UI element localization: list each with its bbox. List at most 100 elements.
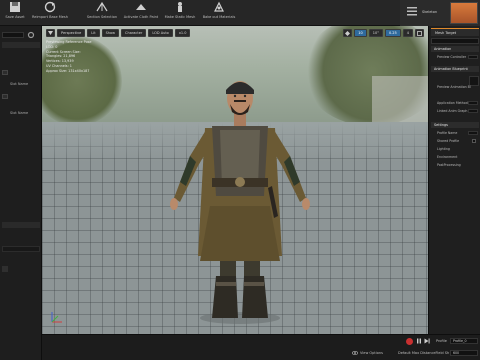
view-options-button[interactable]: View Options bbox=[360, 351, 383, 355]
profile-name-field[interactable] bbox=[468, 131, 478, 135]
playback-speed-label: x1.0 bbox=[178, 31, 187, 35]
material-slot-row: Slot Name bbox=[0, 79, 42, 88]
details-field[interactable] bbox=[2, 246, 40, 252]
profile-name-row: Profile Name bbox=[431, 130, 479, 136]
slot-name-label: Slot Name bbox=[10, 110, 29, 115]
mesh-editor-window: Save Asset Reimport Base Mesh Section Se… bbox=[0, 0, 480, 360]
maximize-icon[interactable] bbox=[415, 29, 424, 37]
grid-snap-value: 10 bbox=[358, 31, 363, 35]
lod-label: LOD Auto bbox=[152, 31, 169, 35]
character-button[interactable]: Character bbox=[121, 29, 147, 37]
application-method-row: Application Method bbox=[431, 100, 479, 106]
reimport-base-mesh-label: Reimport Base Mesh bbox=[32, 15, 68, 19]
linked-anim-graph-row: Linked Anim Graph Ta bbox=[431, 108, 479, 114]
gear-icon[interactable] bbox=[27, 31, 35, 39]
profile-value: Profile_0 bbox=[453, 339, 467, 343]
rotation-snap-value: 10° bbox=[372, 31, 379, 35]
materials-section-header[interactable] bbox=[2, 42, 40, 48]
section-settings[interactable]: Settings bbox=[431, 122, 479, 128]
status-bar: Profile Profile_0 View Options Default M… bbox=[42, 334, 480, 360]
section-animation-label: Animation bbox=[434, 47, 452, 51]
step-forward-icon[interactable] bbox=[424, 338, 430, 344]
stats-line: Approx Size: 131x40x187 bbox=[46, 68, 90, 73]
preview-scene-settings-panel: Mesh Target Animation Preview Controller… bbox=[428, 26, 480, 334]
preview-anim-bp-label: Preview Animation Bl bbox=[437, 85, 471, 89]
make-static-mesh-button[interactable]: Make Static Mesh bbox=[162, 1, 198, 25]
background-building bbox=[372, 76, 428, 126]
show-label: Show bbox=[105, 31, 116, 35]
reimport-base-mesh-button[interactable]: Reimport Base Mesh bbox=[30, 1, 70, 25]
lighting-label: Lighting bbox=[437, 147, 450, 151]
section-header[interactable] bbox=[2, 222, 40, 228]
save-icon bbox=[10, 2, 20, 12]
save-asset-label: Save Asset bbox=[5, 15, 25, 19]
skeleton-mode-label[interactable]: Skeleton bbox=[422, 10, 437, 14]
save-asset-button[interactable]: Save Asset bbox=[2, 1, 28, 25]
chevron-down-icon bbox=[48, 31, 53, 35]
shared-profile-row: Shared Profile bbox=[431, 138, 479, 144]
post-processing-row[interactable]: PostProcessing bbox=[431, 162, 479, 168]
shared-profile-label: Shared Profile bbox=[437, 139, 460, 143]
editor-mode-switcher: Skeleton bbox=[400, 0, 480, 26]
bake-out-materials-button[interactable]: Bake out Materials bbox=[200, 1, 238, 25]
details-button[interactable] bbox=[2, 266, 8, 272]
activate-cloth-paint-button[interactable]: Activate Cloth Paint bbox=[122, 1, 160, 25]
application-method-dropdown[interactable] bbox=[468, 101, 478, 105]
activate-cloth-paint-label: Activate Cloth Paint bbox=[123, 15, 159, 19]
make-static-mesh-label: Make Static Mesh bbox=[164, 15, 196, 19]
rotation-snap-button[interactable]: 10° bbox=[368, 29, 383, 37]
post-processing-label: PostProcessing bbox=[437, 163, 461, 167]
bake-materials-icon bbox=[214, 1, 224, 12]
shared-profile-checkbox[interactable] bbox=[472, 139, 476, 143]
scale-snap-button[interactable]: 0.25 bbox=[384, 29, 401, 37]
section-animation-blueprint[interactable]: Animation Blueprint bbox=[431, 66, 479, 72]
viewport-snap-tools: 10 10° 0.25 4 bbox=[343, 29, 424, 37]
translate-tool-icon[interactable] bbox=[343, 29, 353, 37]
asset-details-panel: Slot Name Slot Name bbox=[0, 26, 42, 360]
pause-icon[interactable] bbox=[416, 338, 422, 344]
slot-name-label: Slot Name bbox=[10, 81, 29, 86]
default-max-distance-field[interactable]: 600 bbox=[450, 350, 478, 356]
profile-label: Profile bbox=[436, 339, 447, 343]
preview-controller-row: Preview Controller bbox=[431, 54, 479, 60]
grid-snap-button[interactable]: 10 bbox=[354, 29, 367, 37]
main-toolbar: Save Asset Reimport Base Mesh Section Se… bbox=[0, 0, 480, 26]
static-mesh-icon bbox=[178, 2, 182, 12]
camera-speed-button[interactable]: 4 bbox=[402, 29, 413, 37]
lit-label: Lit bbox=[91, 31, 96, 35]
settings-search-input[interactable] bbox=[431, 38, 479, 44]
preview-controller-label: Preview Controller bbox=[437, 55, 467, 59]
lighting-row[interactable]: Lighting bbox=[431, 146, 479, 152]
environment-row[interactable]: Environment bbox=[431, 154, 479, 160]
lod-button[interactable]: LOD Auto bbox=[148, 29, 173, 37]
reimport-icon bbox=[44, 1, 56, 13]
cloth-paint-icon bbox=[136, 4, 146, 10]
section-selection-button[interactable]: Section Selection bbox=[84, 1, 120, 25]
profile-field[interactable]: Profile_0 bbox=[450, 338, 478, 344]
record-button[interactable] bbox=[406, 338, 413, 345]
section-selection-label: Section Selection bbox=[86, 15, 118, 19]
environment-label: Environment bbox=[437, 155, 458, 159]
scale-snap-value: 0.25 bbox=[388, 31, 397, 35]
linked-anim-graph-field[interactable] bbox=[468, 109, 478, 113]
bake-out-materials-label: Bake out Materials bbox=[202, 15, 236, 19]
show-button[interactable]: Show bbox=[101, 29, 120, 37]
perspective-button[interactable]: Perspective bbox=[57, 29, 86, 37]
section-animation-blueprint-label: Animation Blueprint bbox=[434, 67, 468, 71]
mesh-mode-thumbnail[interactable] bbox=[450, 2, 478, 24]
menu-icon[interactable] bbox=[406, 5, 418, 17]
details-search-input[interactable] bbox=[2, 32, 24, 38]
section-animation[interactable]: Animation bbox=[431, 46, 479, 52]
linked-anim-graph-label: Linked Anim Graph Ta bbox=[437, 109, 472, 113]
preview-controller-dropdown[interactable] bbox=[468, 55, 478, 59]
lit-button[interactable]: Lit bbox=[87, 29, 100, 37]
default-max-distance-label: Default Max DistanceField Sh bbox=[398, 351, 450, 355]
viewport-options-button[interactable] bbox=[46, 29, 55, 37]
axis-gizmo-icon bbox=[51, 312, 62, 323]
material-slot-thumb[interactable] bbox=[2, 70, 8, 75]
playback-speed-button[interactable]: x1.0 bbox=[174, 29, 191, 37]
material-slot-thumb[interactable] bbox=[2, 94, 8, 99]
character-model[interactable] bbox=[150, 56, 330, 331]
tab-mesh-target[interactable]: Mesh Target bbox=[431, 28, 479, 36]
preview-viewport[interactable]: Perspective Lit Show Character LOD Auto … bbox=[42, 26, 428, 334]
